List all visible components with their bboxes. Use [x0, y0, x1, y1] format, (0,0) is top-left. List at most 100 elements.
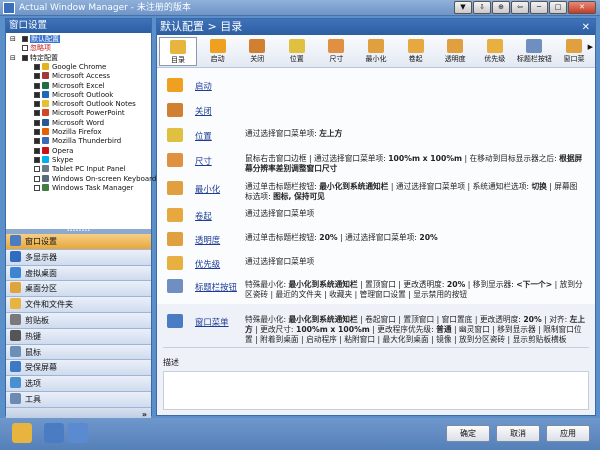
- tree-item[interactable]: Google Chrome: [34, 62, 106, 72]
- toolbar-button-icon: [566, 39, 582, 53]
- bottom-bar: 确定 取消 应用: [0, 418, 600, 450]
- nav-item-icon: [10, 377, 21, 389]
- apply-button[interactable]: 应用: [546, 425, 590, 442]
- dropdown-button[interactable]: ▼: [454, 1, 472, 14]
- toolbar-button[interactable]: 透明度: [436, 37, 474, 66]
- toolbar-button-icon: [526, 39, 543, 53]
- close-panel-icon[interactable]: ✕: [582, 20, 590, 36]
- nav-item-label: 选项: [25, 379, 41, 389]
- tree-item-checkbox[interactable]: [34, 110, 40, 117]
- nav-item[interactable]: 窗口设置: [6, 234, 151, 250]
- tree-item-checkbox[interactable]: [34, 147, 40, 154]
- tree-item-checkbox[interactable]: [34, 166, 40, 173]
- settings-link[interactable]: 优先级: [195, 258, 220, 270]
- description-label: 描述: [163, 358, 179, 367]
- toolbar-button[interactable]: 位置: [278, 37, 316, 66]
- tree-item-checkbox[interactable]: [22, 45, 28, 52]
- tree-item-checkbox[interactable]: [34, 156, 40, 163]
- back-button[interactable]: ⇦: [511, 1, 529, 14]
- nav-item[interactable]: 选项: [6, 376, 151, 392]
- nav-item-label: 虚拟桌面: [25, 268, 57, 278]
- tree-item[interactable]: Windows Task Manager: [34, 183, 134, 193]
- settings-link[interactable]: 启动: [195, 80, 212, 92]
- nav-item-icon: [10, 282, 21, 294]
- tree-expander-icon[interactable]: ⊟: [10, 35, 16, 44]
- tree-item[interactable]: Microsoft Outlook: [34, 90, 113, 100]
- nav-item[interactable]: 文件和文件夹: [6, 297, 151, 313]
- toolbar-button[interactable]: 卷起: [397, 37, 435, 66]
- config-tree: 默认配置 忽略项 特定配置 Google Chrome Microsoft Access…: [6, 33, 156, 229]
- tree-item[interactable]: Windows On-screen Keyboard: [34, 174, 156, 184]
- tree-item-checkbox[interactable]: [22, 36, 28, 42]
- nav-item[interactable]: 多显示器: [6, 249, 151, 266]
- toolbar-button-label: 标题栏按钮: [516, 55, 552, 63]
- nav-item-label: 鼠标: [25, 347, 41, 357]
- nav-item[interactable]: 鼠标: [6, 344, 151, 361]
- tree-item-checkbox[interactable]: [34, 73, 40, 80]
- tree-item[interactable]: Microsoft Access: [34, 72, 110, 81]
- redo-icon[interactable]: [68, 423, 88, 443]
- toolbar-button[interactable]: 启动: [199, 37, 237, 66]
- tree-item-checkbox[interactable]: [34, 63, 40, 70]
- tree-item[interactable]: Opera: [34, 146, 73, 156]
- description-box: [163, 371, 589, 410]
- tree-item[interactable]: Mozilla Firefox: [34, 128, 102, 137]
- settings-row-icon: [167, 314, 183, 328]
- right-panel-header: 默认配置 > 目录 ✕: [157, 19, 595, 35]
- settings-row-icon: [167, 279, 183, 293]
- minimize-to-tray-button[interactable]: ⇩: [473, 1, 491, 14]
- tree-item[interactable]: Skype: [34, 155, 73, 165]
- tree-item[interactable]: Microsoft Word: [34, 118, 104, 128]
- settings-link[interactable]: 窗口菜单: [195, 316, 229, 328]
- toolbar-button[interactable]: 关闭: [238, 37, 276, 66]
- nav-item[interactable]: 工具: [6, 391, 151, 408]
- tree-item-checkbox[interactable]: [22, 54, 28, 61]
- settings-link[interactable]: 位置: [195, 130, 212, 142]
- tree-item[interactable]: Microsoft PowerPoint: [34, 109, 125, 118]
- close-button[interactable]: ✕: [568, 1, 596, 14]
- tree-item[interactable]: Microsoft Outlook Notes: [34, 100, 136, 109]
- toolbar-button-label: 启动: [210, 55, 225, 63]
- settings-link[interactable]: 卷起: [195, 210, 212, 222]
- tree-item[interactable]: Mozilla Thunderbird: [34, 137, 121, 146]
- nav-item[interactable]: 桌面分区: [6, 281, 151, 298]
- cancel-button[interactable]: 取消: [496, 425, 540, 442]
- nav-item[interactable]: 虚拟桌面: [6, 265, 151, 282]
- toolbar-button[interactable]: 尺寸: [317, 37, 355, 66]
- toolbar-button[interactable]: 优先级: [476, 37, 514, 66]
- ok-button[interactable]: 确定: [446, 425, 490, 442]
- settings-link[interactable]: 透明度: [195, 234, 220, 246]
- nav-item-icon: [10, 266, 21, 278]
- tree-item-checkbox[interactable]: [34, 119, 40, 126]
- tree-item-checkbox[interactable]: [34, 175, 40, 182]
- settings-link[interactable]: 关闭: [195, 105, 212, 117]
- undo-icon[interactable]: [44, 423, 64, 443]
- toolbar-button[interactable]: 目录: [159, 37, 197, 66]
- tree-item-checkbox[interactable]: [34, 138, 40, 145]
- tree-item[interactable]: 特定配置: [22, 54, 58, 63]
- tree-item-checkbox[interactable]: [34, 129, 40, 135]
- tree-item-checkbox[interactable]: [34, 184, 40, 191]
- nav-item[interactable]: 剪贴板: [6, 312, 151, 329]
- toolbar-button[interactable]: 标题栏按钮: [515, 37, 553, 66]
- tree-item[interactable]: 忽略项: [22, 44, 51, 53]
- tree-item-checkbox[interactable]: [34, 91, 40, 98]
- minimize-button[interactable]: ─: [530, 1, 548, 14]
- maximize-button[interactable]: □: [549, 1, 567, 14]
- tree-item[interactable]: Microsoft Excel: [34, 81, 105, 91]
- toolbar-button[interactable]: 最小化: [357, 37, 395, 66]
- tree-item[interactable]: Tablet PC Input Panel: [34, 165, 126, 174]
- nav-item[interactable]: 热键: [6, 328, 151, 345]
- help-icon[interactable]: [12, 423, 32, 443]
- nav-item[interactable]: 受保屏幕: [6, 360, 151, 377]
- settings-link[interactable]: 标题栏按钮: [195, 281, 237, 293]
- settings-link[interactable]: 最小化: [195, 183, 220, 195]
- pin-button[interactable]: ⊕: [492, 1, 510, 14]
- tree-item[interactable]: 默认配置: [22, 35, 60, 44]
- tree-expander-icon[interactable]: ⊟: [10, 54, 16, 63]
- tree-item-checkbox[interactable]: [34, 101, 40, 108]
- toolbar-button[interactable]: 窗口菜: [555, 37, 593, 66]
- settings-link[interactable]: 尺寸: [195, 155, 212, 167]
- nav-item-icon: [10, 361, 21, 373]
- tree-item-checkbox[interactable]: [34, 82, 40, 89]
